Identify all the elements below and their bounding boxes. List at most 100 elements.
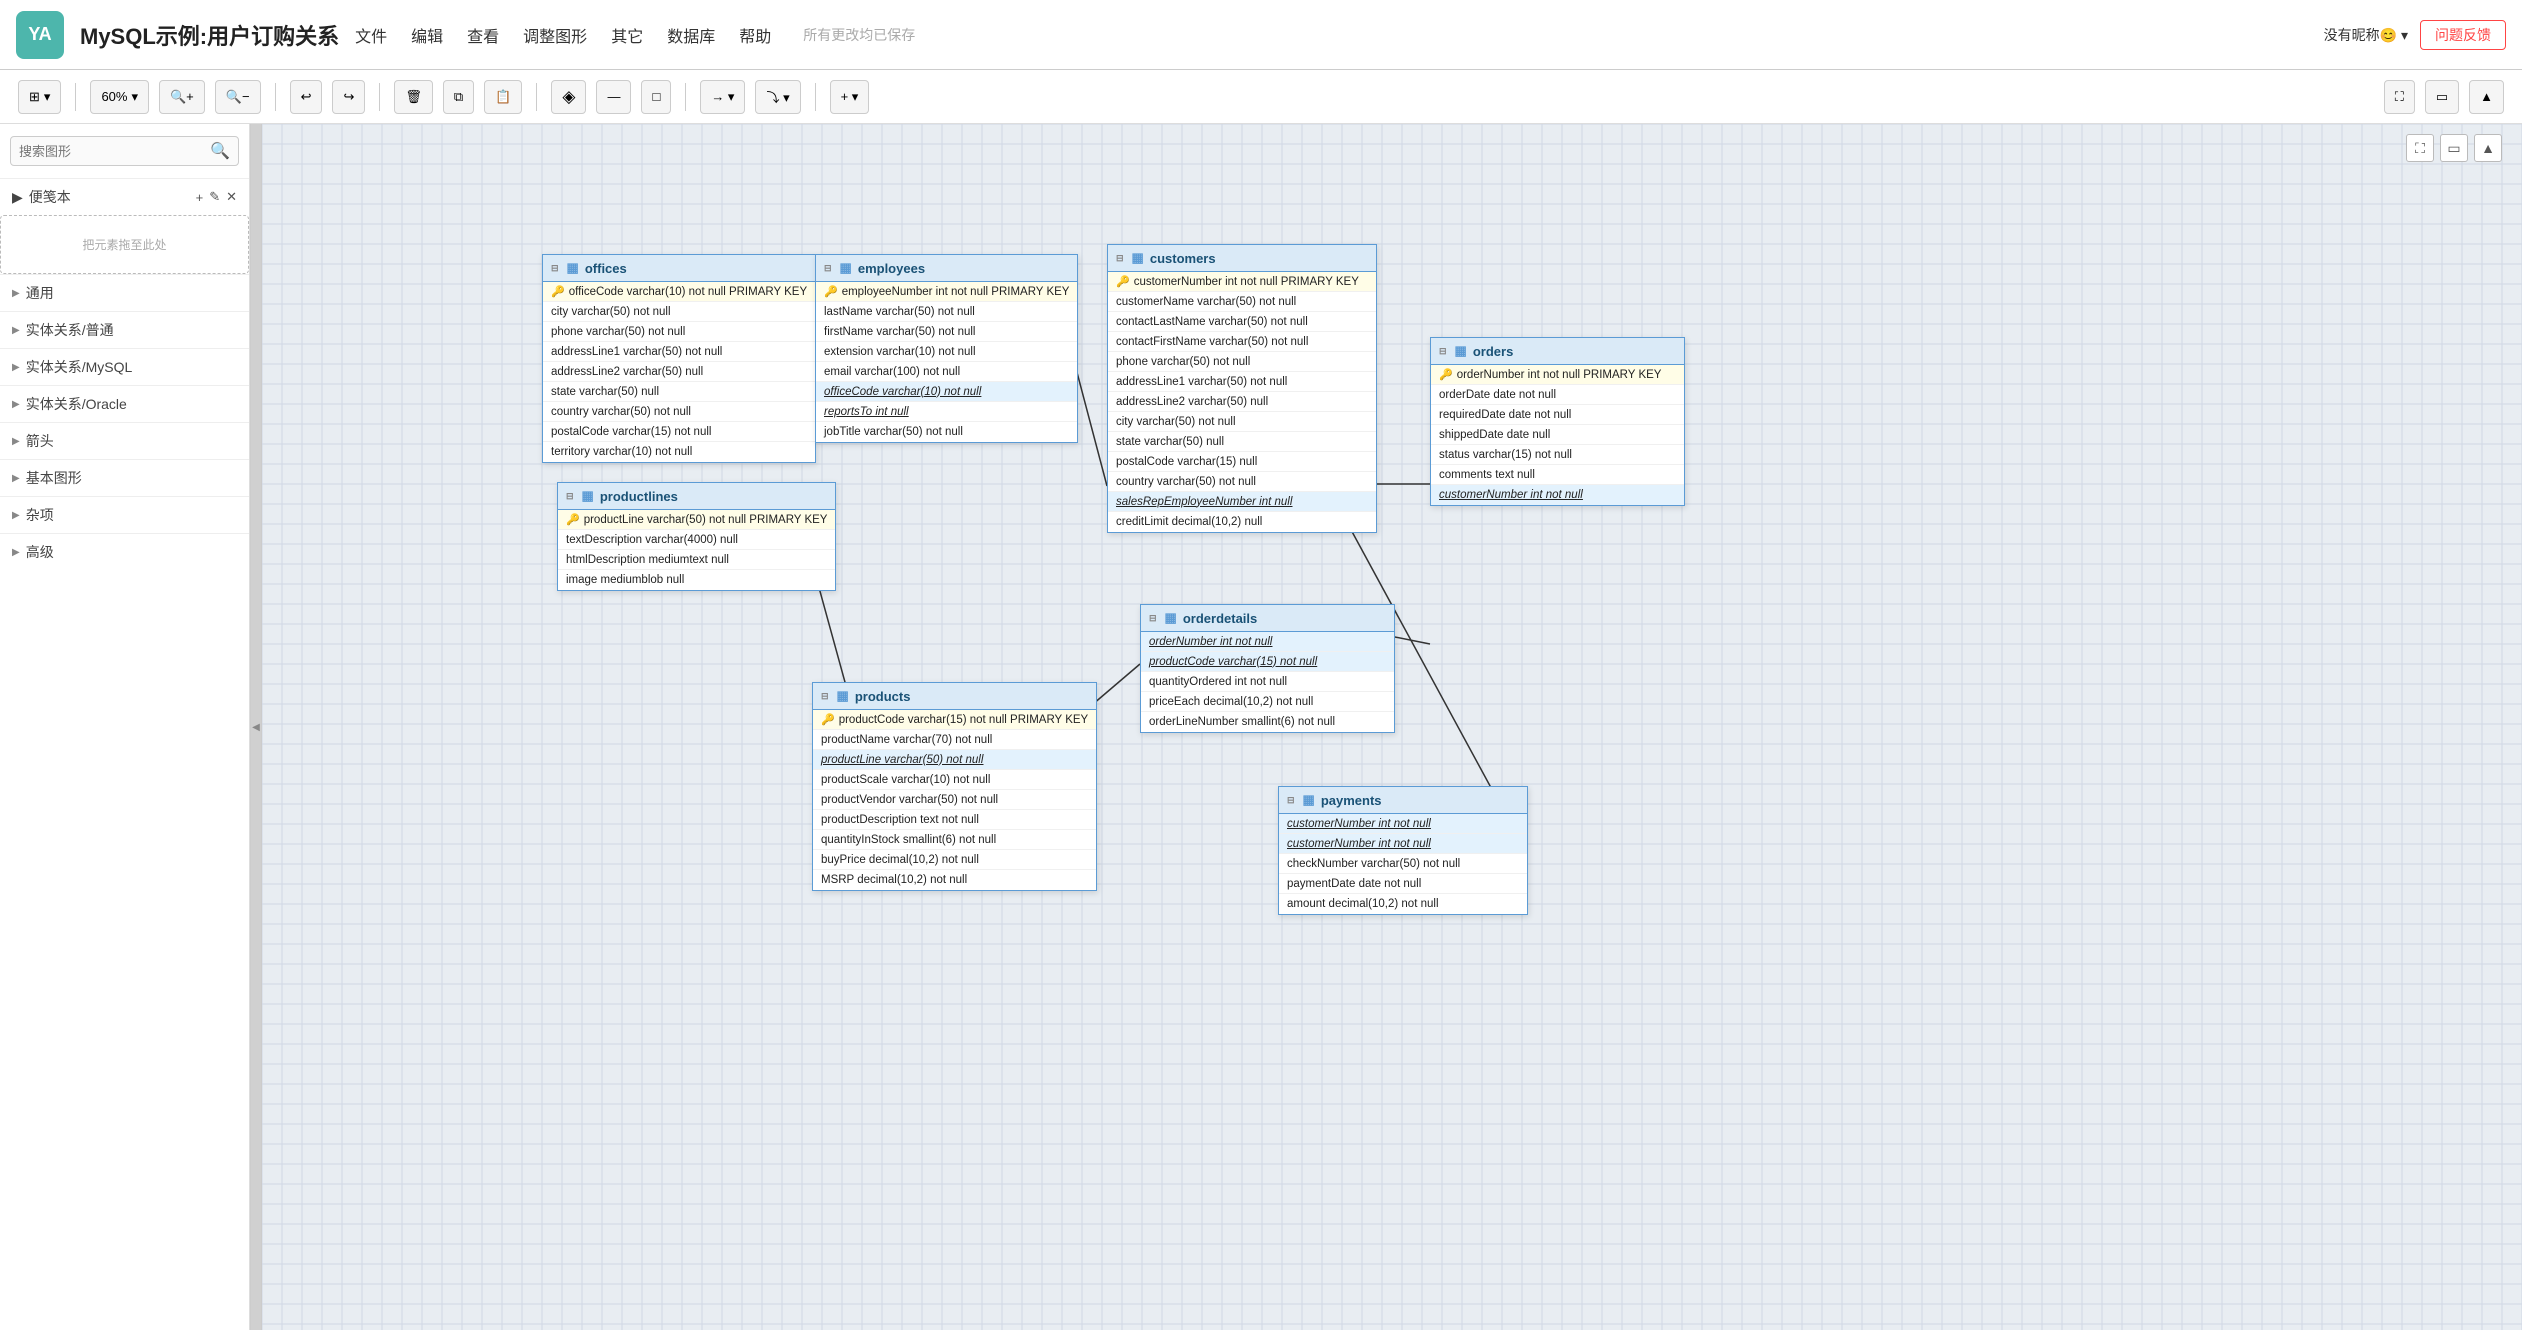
table-row: reportsTo int null — [816, 402, 1077, 422]
notepad-arrow-icon: ▶ — [12, 189, 23, 206]
canvas-area[interactable]: ⊟ ▦ offices 🔑 officeCode varchar(10) not… — [262, 124, 2522, 1330]
table-employees[interactable]: ⊟ ▦ employees 🔑 employeeNumber int not n… — [815, 254, 1078, 443]
notepad-header[interactable]: ▶ 便笺本 + ✎ ✕ — [0, 179, 249, 215]
section-arrows-header[interactable]: ▶ 箭头 — [0, 423, 249, 459]
zoom-in-button[interactable]: 🔍+ — [159, 80, 205, 114]
undo-button[interactable]: ↩ — [290, 80, 323, 114]
notepad-close-icon[interactable]: ✕ — [226, 189, 237, 205]
section-er-normal-arrow: ▶ — [12, 325, 20, 336]
pk-icon: 🔑 — [1439, 368, 1453, 381]
redo-button[interactable]: ↪ — [332, 80, 365, 114]
fullscreen-button[interactable]: ⛶ — [2384, 80, 2415, 114]
feedback-button[interactable]: 问题反馈 — [2420, 20, 2506, 50]
section-er-normal-header[interactable]: ▶ 实体关系/普通 — [0, 312, 249, 348]
section-basic-header[interactable]: ▶ 基本图形 — [0, 460, 249, 496]
menu-other[interactable]: 其它 — [611, 23, 643, 47]
section-er-mysql-label: 实体关系/MySQL — [26, 357, 133, 377]
panel-button[interactable]: ▭ — [2425, 80, 2459, 114]
row-text: productCode varchar(15) not null — [1149, 656, 1317, 668]
table-productlines-corner-icon: ⊟ — [566, 491, 574, 502]
zoom-arrow-icon: ▾ — [131, 89, 138, 105]
table-payments-corner-icon: ⊟ — [1287, 795, 1295, 806]
table-orderdetails[interactable]: ⊟ ▦ orderdetails orderNumber int not nul… — [1140, 604, 1395, 733]
fill-button[interactable]: ◈ — [551, 80, 586, 114]
copy-button[interactable]: ⧉ — [443, 80, 474, 114]
row-text: productLine varchar(50) not null PRIMARY… — [584, 514, 828, 526]
table-row: checkNumber varchar(50) not null — [1279, 854, 1527, 874]
row-text: addressLine1 varchar(50) not null — [551, 346, 722, 358]
table-customers-corner-icon: ⊟ — [1116, 253, 1124, 264]
search-box[interactable]: 🔍 — [10, 136, 239, 166]
canvas-fullscreen-button[interactable]: ⛶ — [2406, 134, 2434, 162]
shape-button[interactable]: □ — [641, 80, 671, 114]
panel-icon: ▭ — [2436, 89, 2448, 105]
collapse-toolbar-button[interactable]: ▲ — [2469, 80, 2504, 114]
sidebar-collapse-handle[interactable]: ◀ — [250, 124, 262, 1330]
notepad-add-icon[interactable]: + — [196, 190, 204, 205]
section-misc-header[interactable]: ▶ 杂项 — [0, 497, 249, 533]
canvas-panel-button[interactable]: ▭ — [2440, 134, 2468, 162]
delete-button[interactable]: 🗑 — [394, 80, 433, 114]
zoom-level-button[interactable]: 60% ▾ — [90, 80, 149, 114]
notepad-edit-icon[interactable]: ✎ — [209, 189, 220, 205]
layout-button[interactable]: ⊞ ▾ — [18, 80, 61, 114]
table-customers[interactable]: ⊟ ▦ customers 🔑 customerNumber int not n… — [1107, 244, 1377, 533]
menu-database[interactable]: 数据库 — [667, 23, 715, 47]
row-text: customerNumber int not null — [1439, 489, 1583, 501]
paste-button[interactable]: 📋 — [484, 80, 522, 114]
table-payments[interactable]: ⊟ ▦ payments customerNumber int not null… — [1278, 786, 1528, 915]
row-text: orderDate date not null — [1439, 389, 1556, 401]
table-row: customerNumber int not null — [1279, 834, 1527, 854]
arrow1-button[interactable]: → ▾ — [700, 80, 745, 114]
row-text: comments text null — [1439, 469, 1535, 481]
table-products[interactable]: ⊟ ▦ products 🔑 productCode varchar(15) n… — [812, 682, 1097, 891]
table-offices-corner-icon: ⊟ — [551, 263, 559, 274]
arrow2-button[interactable]: ⤵ ▾ — [755, 80, 800, 114]
menu-edit[interactable]: 编辑 — [411, 23, 443, 47]
table-orders-header: ⊟ ▦ orders — [1431, 338, 1684, 365]
row-text: salesRepEmployeeNumber int null — [1116, 496, 1292, 508]
table-row: contactFirstName varchar(50) not null — [1108, 332, 1376, 352]
section-arrows-arrow: ▶ — [12, 436, 20, 447]
sep5 — [685, 83, 686, 111]
add-icon: + ▾ — [841, 89, 859, 105]
table-row: image mediumblob null — [558, 570, 835, 590]
table-row: addressLine1 varchar(50) not null — [1108, 372, 1376, 392]
section-general-header[interactable]: ▶ 通用 — [0, 275, 249, 311]
canvas-collapse-button[interactable]: ▲ — [2474, 134, 2502, 162]
menu-file[interactable]: 文件 — [355, 23, 387, 47]
menu-view[interactable]: 查看 — [467, 23, 499, 47]
table-payments-header: ⊟ ▦ payments — [1279, 787, 1527, 814]
notepad-section: ▶ 便笺本 + ✎ ✕ 把元素拖至此处 — [0, 178, 249, 274]
menu-adjust[interactable]: 调整图形 — [523, 23, 587, 47]
top-right-actions: 没有昵称😊 ▾ 问题反馈 — [2324, 20, 2506, 50]
table-offices[interactable]: ⊟ ▦ offices 🔑 officeCode varchar(10) not… — [542, 254, 816, 463]
row-text: orderNumber int not null — [1149, 636, 1272, 648]
section-advanced-header[interactable]: ▶ 高级 — [0, 534, 249, 570]
row-text: quantityInStock smallint(6) not null — [821, 834, 996, 846]
table-row: officeCode varchar(10) not null — [816, 382, 1077, 402]
row-text: firstName varchar(50) not null — [824, 326, 975, 338]
table-productlines[interactable]: ⊟ ▦ productlines 🔑 productLine varchar(5… — [557, 482, 836, 591]
search-input[interactable] — [19, 144, 210, 159]
pk-icon: 🔑 — [1116, 275, 1130, 288]
menu-help[interactable]: 帮助 — [739, 23, 771, 47]
section-er-mysql-header[interactable]: ▶ 实体关系/MySQL — [0, 349, 249, 385]
table-employees-header: ⊟ ▦ employees — [816, 255, 1077, 282]
line-button[interactable]: — — [596, 80, 631, 114]
fullscreen-icon: ⛶ — [2395, 89, 2404, 105]
zoom-out-button[interactable]: 🔍− — [215, 80, 261, 114]
table-orders[interactable]: ⊟ ▦ orders 🔑 orderNumber int not null PR… — [1430, 337, 1685, 506]
section-er-oracle-header[interactable]: ▶ 实体关系/Oracle — [0, 386, 249, 422]
user-label[interactable]: 没有昵称😊 ▾ — [2324, 25, 2408, 45]
table-row: textDescription varchar(4000) null — [558, 530, 835, 550]
table-orderdetails-corner-icon: ⊟ — [1149, 613, 1157, 624]
row-text: postalCode varchar(15) null — [1116, 456, 1257, 468]
zoom-label: 60% — [101, 89, 127, 104]
table-products-table-icon: ▦ — [837, 688, 849, 704]
app-logo: YA — [16, 11, 64, 59]
section-er-normal-label: 实体关系/普通 — [26, 320, 114, 340]
add-button[interactable]: + ▾ — [830, 80, 870, 114]
table-orderdetails-header: ⊟ ▦ orderdetails — [1141, 605, 1394, 632]
table-employees-body: 🔑 employeeNumber int not null PRIMARY KE… — [816, 282, 1077, 442]
